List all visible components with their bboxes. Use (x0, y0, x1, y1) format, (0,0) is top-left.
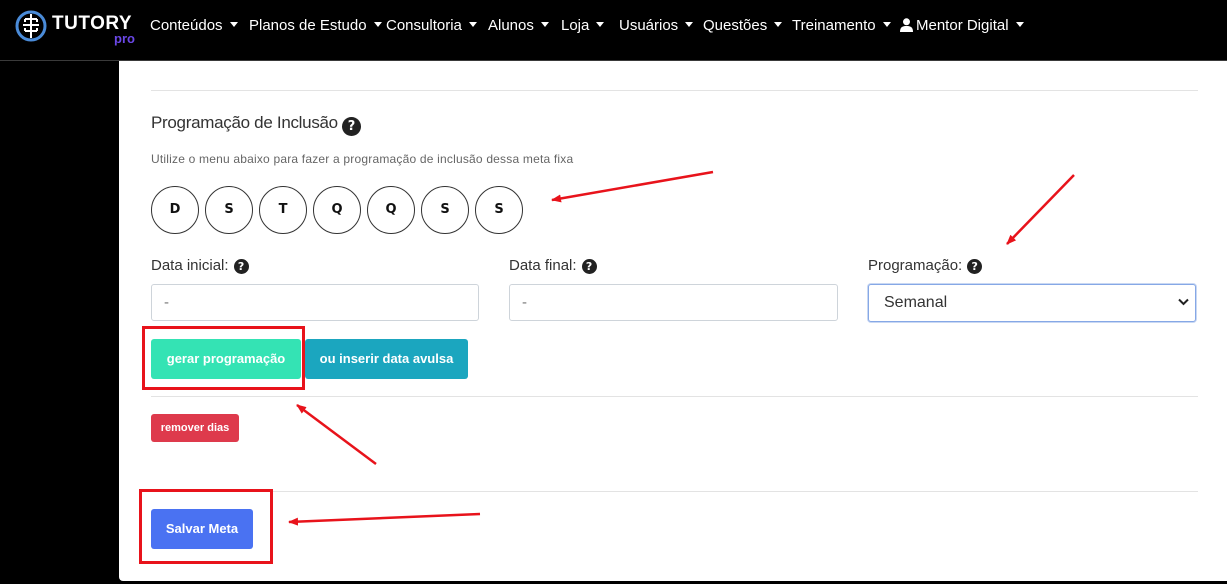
question-circle-icon[interactable]: ? (233, 259, 249, 274)
nav-label: Conteúdos (150, 17, 223, 34)
end-date-label: Data final:? (509, 257, 597, 274)
caret-down-icon (373, 22, 382, 27)
top-navbar: TUTORY pro Conteúdos Planos de Estudo Co… (0, 0, 1227, 61)
nav-alunos[interactable]: Alunos (488, 17, 549, 35)
start-date-label-text: Data inicial: (151, 257, 229, 274)
divider (151, 396, 1198, 397)
nav-mentor-digital[interactable]: Mentor Digital (900, 17, 1024, 35)
caret-down-icon (468, 22, 477, 27)
nav-label: Treinamento (792, 17, 876, 34)
nav-label: Mentor Digital (916, 17, 1009, 34)
caret-down-icon (596, 22, 605, 27)
nav-label: Questões (703, 17, 768, 34)
question-circle-icon[interactable]: ? (341, 117, 361, 136)
divider (151, 491, 1198, 492)
nav-label: Loja (561, 17, 590, 34)
question-circle-icon[interactable]: ? (581, 259, 597, 274)
nav-consultoria[interactable]: Consultoria (386, 17, 477, 35)
insert-single-date-button[interactable]: ou inserir data avulsa (305, 339, 468, 379)
section-title: Programação de Inclusão? (151, 113, 361, 136)
highlight-box-save (139, 489, 273, 564)
schedule-selected-value: Semanal (884, 294, 948, 311)
remove-days-button[interactable]: remover dias (151, 414, 239, 442)
nav-loja[interactable]: Loja (561, 17, 605, 35)
end-date-label-text: Data final: (509, 257, 577, 274)
start-date-input[interactable]: - (151, 284, 479, 321)
user-icon (900, 18, 913, 32)
nav-label: Usuários (619, 17, 679, 34)
nav-questoes[interactable]: Questões (703, 17, 783, 35)
form-panel: Programação de Inclusão? Utilize o menu … (119, 61, 1227, 581)
nav-conteudos[interactable]: Conteúdos (150, 17, 238, 35)
nav-treinamento[interactable]: Treinamento (792, 17, 891, 35)
day-button-thursday[interactable]: Q (367, 186, 415, 234)
section-title-text: Programação de Inclusão (151, 113, 338, 132)
day-button-friday[interactable]: S (421, 186, 469, 234)
caret-down-icon (540, 22, 549, 27)
caret-down-icon (774, 22, 783, 27)
brand[interactable]: TUTORY pro (14, 9, 135, 49)
schedule-label: Programação:? (868, 257, 983, 274)
nav-label: Consultoria (386, 17, 462, 34)
nav-label: Planos de Estudo (249, 17, 367, 34)
schedule-select[interactable]: Semanal (868, 284, 1196, 322)
divider (151, 90, 1198, 91)
brand-sub: pro (114, 31, 135, 46)
highlight-box-generate (142, 326, 305, 390)
caret-down-icon (685, 22, 694, 27)
nav-label: Alunos (488, 17, 534, 34)
hint-text: Utilize o menu abaixo para fazer a progr… (151, 152, 574, 166)
day-button-wednesday[interactable]: Q (313, 186, 361, 234)
day-button-sunday[interactable]: D (151, 186, 199, 234)
question-circle-icon[interactable]: ? (967, 259, 983, 274)
caret-down-icon (229, 22, 238, 27)
chevron-down-icon (1178, 298, 1189, 306)
nav-planos-de-estudo[interactable]: Planos de Estudo (249, 17, 382, 35)
schedule-label-text: Programação: (868, 257, 963, 274)
day-button-saturday[interactable]: S (475, 186, 523, 234)
nav-usuarios[interactable]: Usuários (619, 17, 694, 35)
end-date-input[interactable]: - (509, 284, 838, 321)
caret-down-icon (1015, 22, 1024, 27)
caret-down-icon (882, 22, 891, 27)
brain-logo-icon (15, 10, 47, 42)
day-button-tuesday[interactable]: T (259, 186, 307, 234)
day-button-monday[interactable]: S (205, 186, 253, 234)
start-date-label: Data inicial:? (151, 257, 249, 274)
